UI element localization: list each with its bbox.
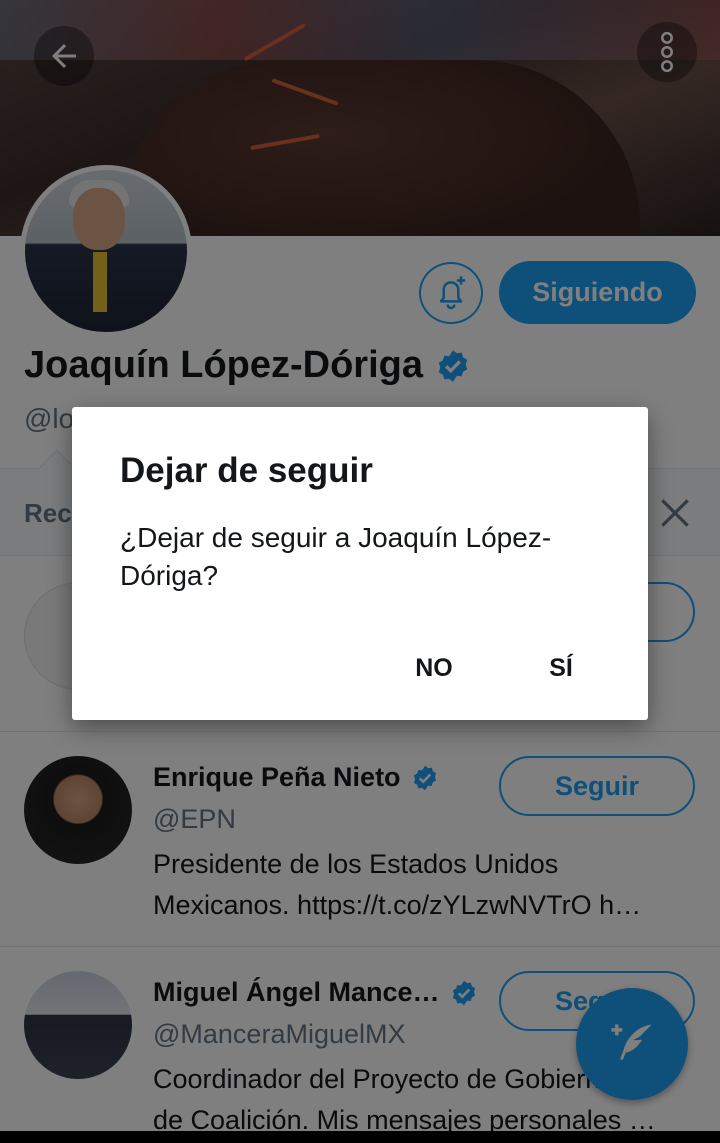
- unfollow-dialog: Dejar de seguir ¿Dejar de seguir a Joaqu…: [72, 407, 648, 720]
- dialog-title: Dejar de seguir: [120, 451, 373, 490]
- dialog-message: ¿Dejar de seguir a Joaquín López-Dóriga?: [120, 522, 552, 591]
- dialog-yes-button[interactable]: SÍ: [528, 642, 594, 694]
- dialog-no-button[interactable]: NO: [392, 642, 476, 694]
